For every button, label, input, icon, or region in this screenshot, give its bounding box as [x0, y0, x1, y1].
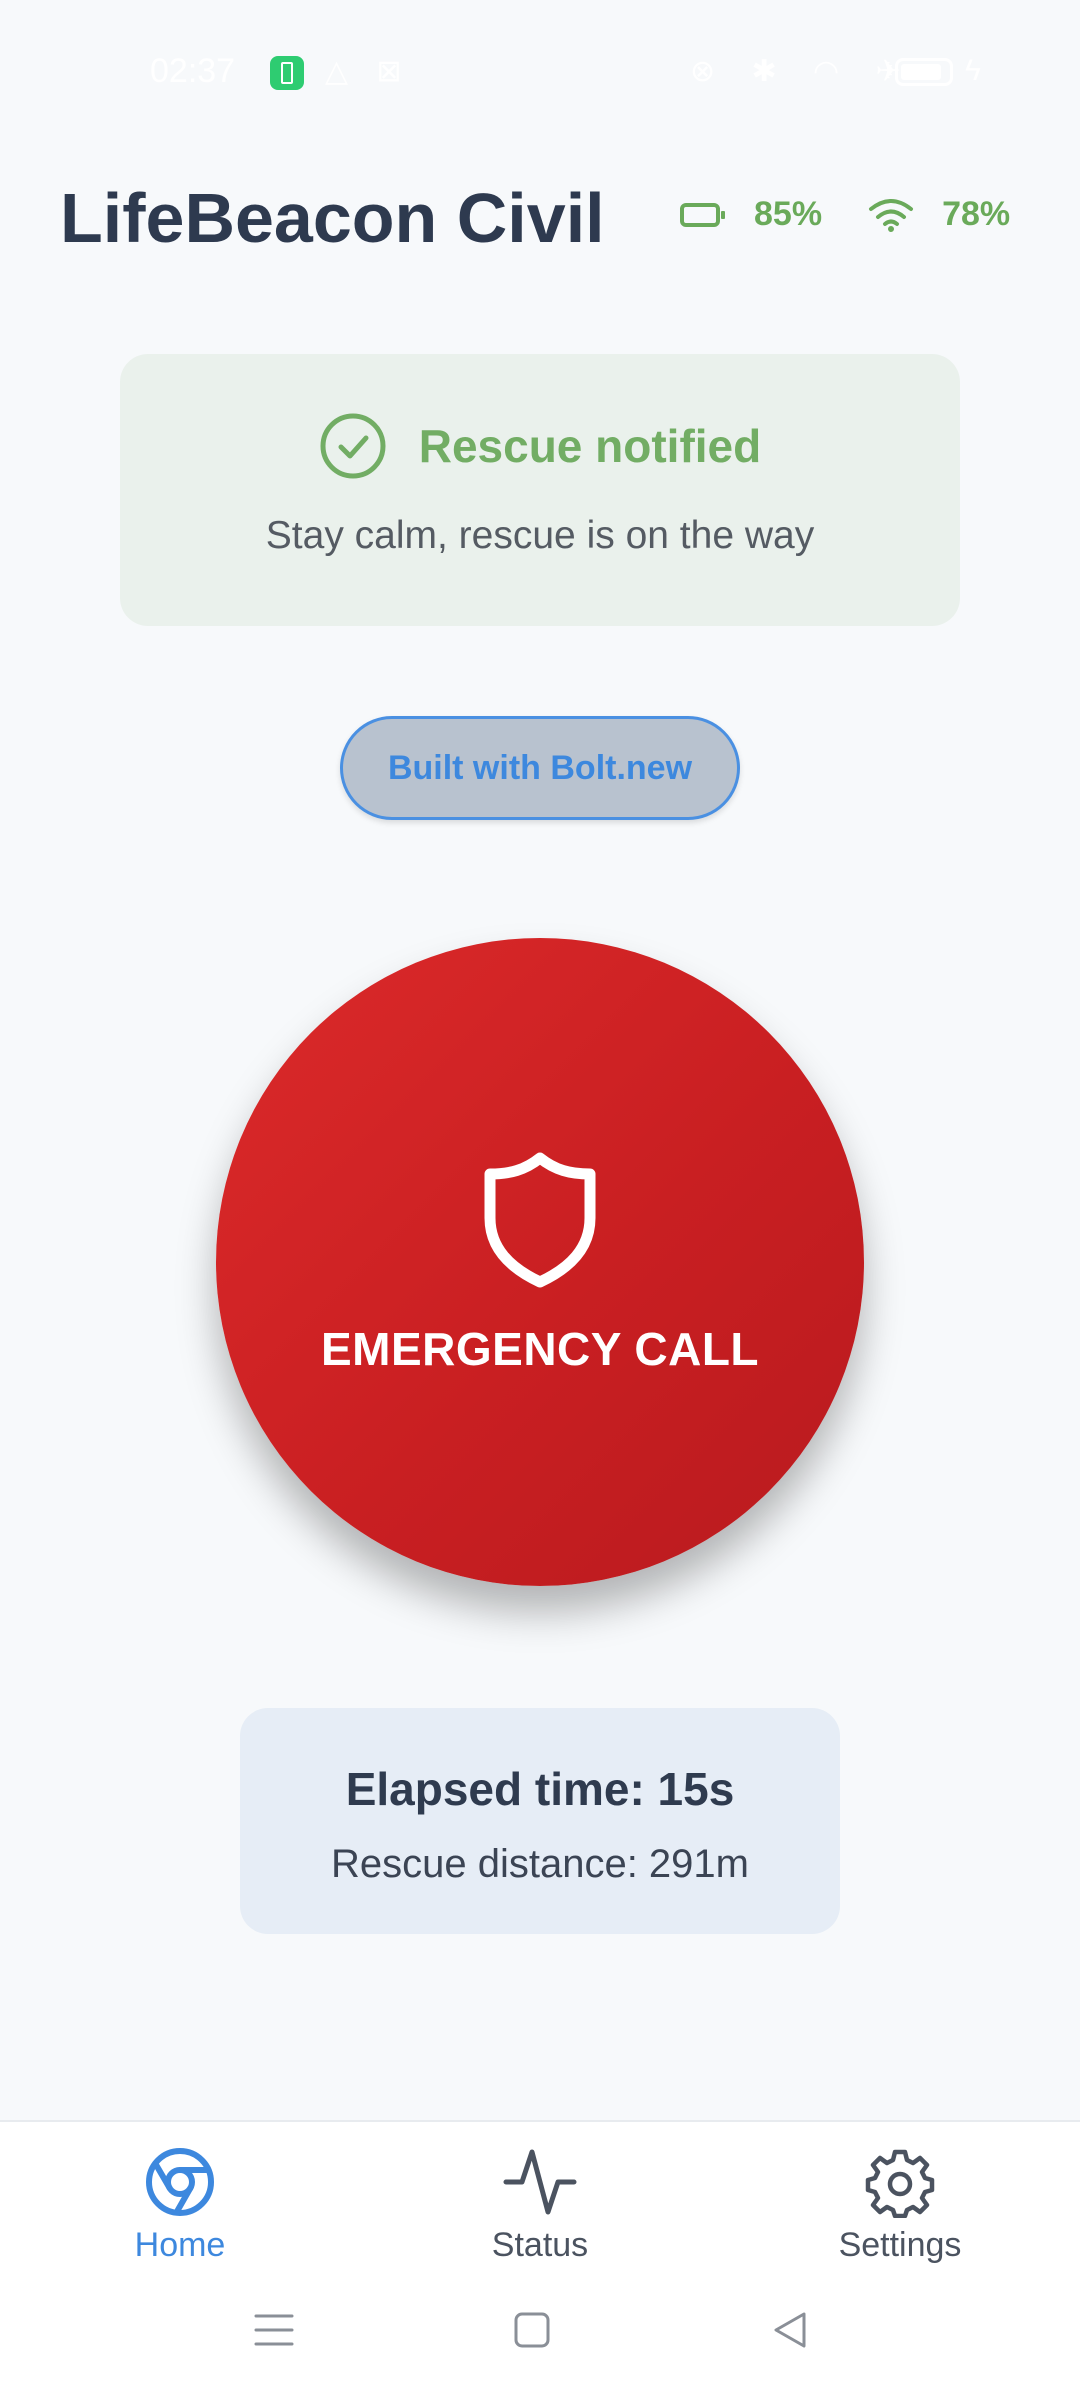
battery-percent: 85% — [754, 195, 823, 233]
app-title: LifeBeacon Civil — [60, 179, 605, 257]
back-triangle-icon[interactable] — [770, 2310, 810, 2350]
nav-home[interactable]: Home — [60, 2146, 300, 2265]
chrome-icon — [146, 2148, 214, 2216]
rescue-status-title: Rescue notified — [418, 420, 762, 472]
wifi-icon — [869, 198, 914, 232]
activity-icon — [503, 2149, 577, 2215]
rescue-status-subtitle: Stay calm, rescue is on the way — [265, 514, 815, 557]
shield-icon — [484, 1152, 596, 1288]
notification-icons: △ ⊠ — [325, 55, 412, 88]
built-with-bolt-badge[interactable]: Built with Bolt.new — [340, 716, 740, 820]
gear-icon — [865, 2149, 935, 2218]
elapsed-time: Elapsed time: 15s — [345, 1763, 735, 1815]
system-status-icons: ⊗ ✱ ◠ ✈ — [690, 55, 915, 88]
status-bar: 02:37 △ ⊠ ⊗ ✱ ◠ ✈ ϟ — [0, 0, 1080, 140]
check-circle-icon — [320, 413, 386, 479]
charging-icon — [270, 56, 304, 90]
signal-percent: 78% — [942, 195, 1011, 233]
device-indicators: 85% 78% — [680, 195, 1010, 234]
rescue-status-header: Rescue notified — [120, 412, 960, 480]
status-time: 02:37 — [150, 52, 236, 90]
rescue-info-card: Elapsed time: 15s Rescue distance: 291m — [240, 1708, 840, 1934]
menu-icon[interactable] — [254, 2310, 294, 2350]
rescue-status-card: Rescue notified Stay calm, rescue is on … — [120, 354, 960, 626]
emergency-call-button[interactable]: EMERGENCY CALL — [216, 938, 864, 1586]
nav-settings-label: Settings — [838, 2226, 962, 2264]
battery-indicator: 85% — [680, 195, 822, 234]
nav-status[interactable]: Status — [420, 2146, 660, 2265]
battery-icon — [895, 58, 953, 86]
home-square-icon[interactable] — [512, 2310, 552, 2350]
system-navigation — [0, 2300, 1080, 2380]
nav-status-label: Status — [491, 2226, 589, 2264]
emergency-call-label: EMERGENCY CALL — [320, 1323, 760, 1375]
nav-settings[interactable]: Settings — [780, 2146, 1020, 2265]
signal-indicator: 78% — [868, 195, 1010, 234]
rescue-distance: Rescue distance: 291m — [330, 1842, 749, 1886]
bolt-icon: ϟ — [965, 54, 981, 87]
battery-icon — [680, 202, 725, 227]
nav-home-label: Home — [134, 2226, 226, 2264]
